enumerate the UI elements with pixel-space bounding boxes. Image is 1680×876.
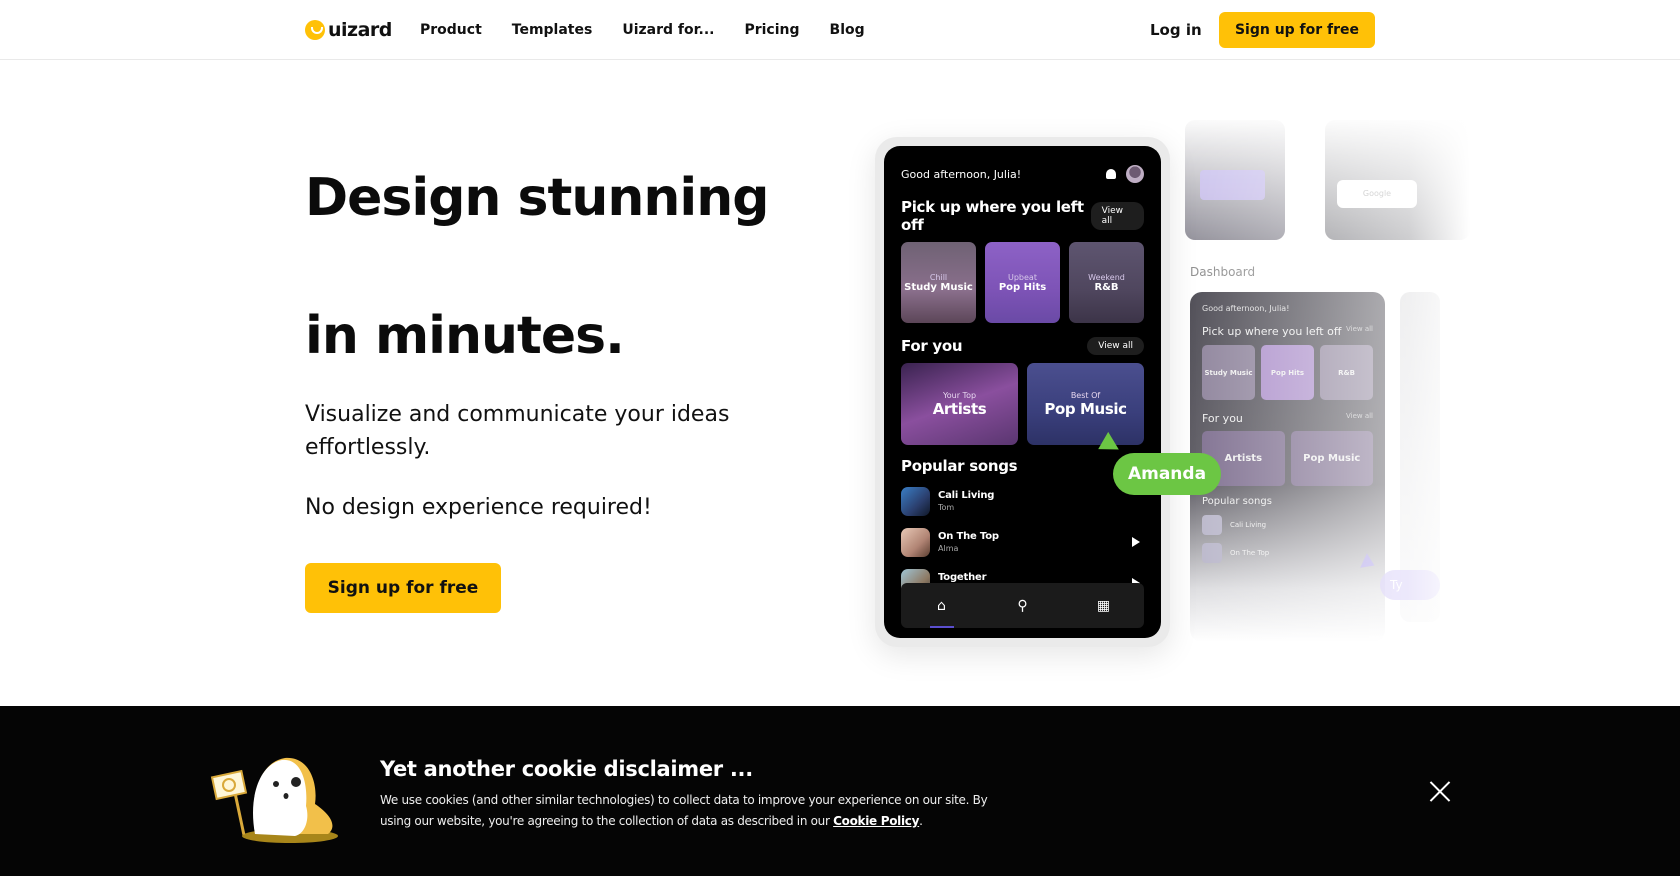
section-title: For you bbox=[901, 337, 963, 355]
nav-link-templates[interactable]: Templates bbox=[512, 22, 593, 38]
hero-title: Design stunning in minutes. bbox=[305, 168, 825, 366]
cookie-title: Yet another cookie disclaimer ... bbox=[380, 757, 753, 781]
greeting: Good afternoon, Julia! bbox=[901, 167, 1022, 181]
playlist-tile-wide: Best Of Pop Music bbox=[1027, 363, 1144, 445]
nav-link-blog[interactable]: Blog bbox=[830, 22, 865, 38]
login-link[interactable]: Log in bbox=[1150, 21, 1202, 39]
view-all-button: View all bbox=[1090, 202, 1144, 230]
cookie-text: We use cookies (and other similar techno… bbox=[380, 793, 988, 828]
section-title: Popular songs bbox=[901, 457, 1018, 475]
cookie-banner: Yet another cookie disclaimer ... We use… bbox=[0, 706, 1680, 876]
nav-signup-button[interactable]: Sign up for free bbox=[1219, 12, 1375, 48]
logo-text: uizard bbox=[328, 19, 392, 41]
phone-frame: Good afternoon, Julia! Pick up where you… bbox=[875, 137, 1170, 647]
phone-screen: Good afternoon, Julia! Pick up where you… bbox=[884, 146, 1161, 638]
search-icon: ⚲ bbox=[1017, 597, 1028, 614]
collaborator-label: Amanda bbox=[1113, 453, 1221, 495]
song-thumbnail bbox=[901, 527, 930, 557]
playlist-tile: Upbeat Pop Hits bbox=[985, 242, 1060, 323]
playlist-tile: Chill Study Music bbox=[901, 242, 976, 323]
nav-link-product[interactable]: Product bbox=[420, 22, 482, 38]
playlist-tile: Weekend R&B bbox=[1069, 242, 1144, 323]
cookie-policy-link[interactable]: Cookie Policy bbox=[833, 814, 919, 828]
hero-title-line2: in minutes. bbox=[305, 306, 625, 366]
library-book-icon: ▦ bbox=[1096, 597, 1111, 614]
play-icon bbox=[1132, 537, 1140, 547]
song-thumbnail bbox=[901, 486, 930, 516]
seal-mascot-icon bbox=[210, 757, 338, 843]
product-mockup: Google Dashboard Good afternoon, Julia! … bbox=[855, 95, 1470, 675]
uizard-logo[interactable]: uizard bbox=[305, 19, 392, 41]
top-navigation: uizard Product Templates Uizard for... P… bbox=[0, 0, 1680, 60]
nav-link-uizard-for[interactable]: Uizard for... bbox=[622, 22, 714, 38]
home-icon: ⌂ bbox=[927, 598, 957, 628]
phone-tab-bar: ⌂ ⚲ ▦ bbox=[901, 583, 1144, 628]
view-all-button: View all bbox=[1087, 337, 1144, 355]
section-title: Pick up where you left off bbox=[901, 198, 1084, 234]
bell-icon bbox=[1106, 169, 1116, 179]
hero-subtitle-2: No design experience required! bbox=[305, 495, 652, 520]
song-row: Cali Living Tom bbox=[901, 486, 1144, 516]
avatar bbox=[1126, 165, 1144, 183]
close-icon[interactable] bbox=[1428, 779, 1452, 803]
hero-title-line1: Design stunning bbox=[305, 168, 770, 228]
song-row: On The Top Alma bbox=[901, 527, 1144, 557]
nav-links: Product Templates Uizard for... Pricing … bbox=[420, 0, 865, 60]
logo-mark-icon bbox=[305, 20, 325, 40]
hero-subtitle: Visualize and communicate your ideas eff… bbox=[305, 402, 730, 460]
nav-link-pricing[interactable]: Pricing bbox=[744, 22, 799, 38]
hero-signup-button[interactable]: Sign up for free bbox=[305, 563, 501, 613]
playlist-tile-wide: Your Top Artists bbox=[901, 363, 1018, 445]
